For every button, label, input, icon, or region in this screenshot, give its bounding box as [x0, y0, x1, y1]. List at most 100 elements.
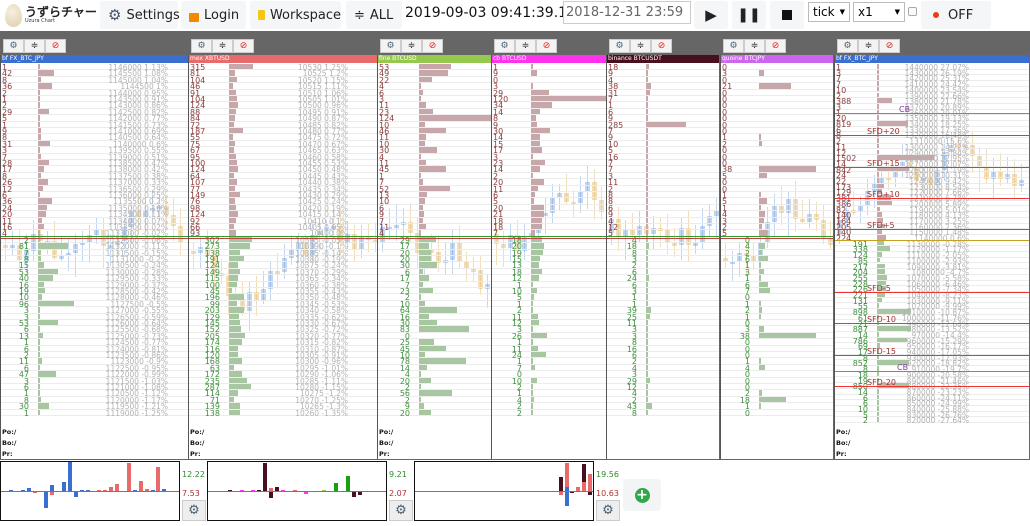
- logo-subtitle: Uzura Chart: [25, 18, 55, 24]
- size-bar: [531, 70, 537, 76]
- remove-icon: ⊘: [771, 41, 780, 51]
- size-bar: [419, 275, 430, 281]
- mini-bar: [251, 490, 256, 492]
- panel-resize-button[interactable]: ≑: [858, 39, 879, 53]
- size-bar: [419, 256, 431, 262]
- size-bar: [419, 147, 437, 153]
- size-bar: [419, 384, 421, 390]
- size-bar: [419, 140, 425, 147]
- remove-icon: ⊘: [542, 41, 551, 51]
- mini-bar: [115, 483, 120, 491]
- price-level-line: [835, 386, 1029, 388]
- mini-bottom-value: 10.63: [596, 489, 619, 498]
- record-toggle-button[interactable]: OFF: [921, 1, 991, 29]
- panel-settings-button[interactable]: ⚙: [837, 39, 858, 53]
- panel-settings-button[interactable]: ⚙: [609, 39, 630, 53]
- size-bar: [229, 160, 237, 166]
- stop-button[interactable]: [770, 1, 804, 29]
- panel-remove-button[interactable]: ⊘: [536, 39, 557, 53]
- size-bar: [646, 64, 649, 70]
- size-bar: [38, 102, 40, 108]
- login-label: Login: [204, 7, 240, 23]
- panel-remove-button[interactable]: ⊘: [765, 39, 786, 53]
- size-bar: [759, 134, 761, 140]
- footer-bo: Bo:/: [190, 439, 205, 447]
- mini-settings-button[interactable]: ⚙: [596, 500, 620, 521]
- remove-icon: ⊘: [657, 41, 666, 51]
- size-bar: [759, 70, 764, 76]
- size-bar: [877, 143, 879, 149]
- panel-settings-button[interactable]: ⚙: [380, 39, 401, 53]
- gear-icon: ⚙: [395, 503, 407, 518]
- panel-remove-button[interactable]: ⊘: [651, 39, 672, 53]
- panel-remove-button[interactable]: ⊘: [45, 39, 66, 53]
- play-button[interactable]: ▶: [694, 1, 728, 29]
- price-level: 1119000 -1.25%: [105, 408, 168, 418]
- size-bar: [229, 64, 253, 70]
- settings-button[interactable]: ⚙ Settings: [100, 1, 180, 29]
- panel-resize-button[interactable]: ≑: [212, 39, 233, 53]
- size-bar: [229, 364, 234, 371]
- size-bar: [531, 288, 538, 294]
- all-label: ALL: [369, 7, 394, 23]
- size-bar: [646, 224, 648, 230]
- speed-select[interactable]: x1 ▼: [853, 2, 905, 22]
- panel-settings-button[interactable]: ⚙: [723, 39, 744, 53]
- panel-resize-button[interactable]: ≑: [24, 39, 45, 53]
- size-bar: [531, 185, 538, 191]
- mini-settings-button[interactable]: ⚙: [389, 500, 413, 521]
- panel-remove-button[interactable]: ⊘: [879, 39, 900, 53]
- mini-bar: [239, 490, 244, 492]
- mini-chart: [207, 461, 387, 521]
- mode-select[interactable]: tick ▼: [808, 2, 850, 22]
- panel-settings-button[interactable]: ⚙: [3, 39, 24, 53]
- pause-button[interactable]: ❚❚: [732, 1, 766, 29]
- resize-icon: ≑: [30, 41, 39, 51]
- footer-pr: Pr:: [836, 450, 847, 458]
- top-toolbar: うずらチャート Uzura Chart ⚙ Settings Login Work…: [0, 0, 1030, 31]
- size-bar: [229, 307, 245, 313]
- size-bar: [877, 417, 879, 423]
- mini-settings-button[interactable]: ⚙: [182, 500, 206, 521]
- panel-remove-button[interactable]: ⊘: [422, 39, 443, 53]
- size-bar: [646, 313, 650, 319]
- size-bar: [229, 217, 236, 223]
- size-bar: [646, 364, 648, 371]
- size-bar: [229, 128, 244, 134]
- panel-remove-button[interactable]: ⊘: [233, 39, 254, 53]
- mini-bottom-value: 2.07: [389, 489, 407, 498]
- orderbook-panel: binance BTCUSDT 18 9 4 38 31 7 1 6 9 285 7 9 10 5 16 7 7 3…: [606, 55, 719, 459]
- size-bar: [531, 147, 542, 153]
- size-bar: [419, 371, 422, 377]
- size-bar: [531, 115, 536, 121]
- size-bar: [419, 96, 421, 102]
- size-bar: [877, 331, 879, 337]
- size-bar: [229, 211, 239, 217]
- mini-chart: [0, 461, 180, 521]
- panel-settings-button[interactable]: ⚙: [191, 39, 212, 53]
- panel-resize-button[interactable]: ≑: [630, 39, 651, 53]
- size-bar: [38, 76, 41, 83]
- panel-resize-button[interactable]: ≑: [401, 39, 422, 53]
- plus-circle-icon: +: [634, 486, 650, 503]
- panel-resize-button[interactable]: ≑: [515, 39, 536, 53]
- size-bar: [229, 134, 234, 140]
- size-bar: [38, 403, 50, 409]
- size-bar: [419, 364, 428, 371]
- orderbook-panel: bf FX_BTC_JPY 1 1146000 1.13% 42 1145500 1.0…: [0, 55, 188, 459]
- workspace-button[interactable]: Workspace: [250, 1, 341, 29]
- panel-settings-button[interactable]: ⚙: [494, 39, 515, 53]
- panel-resize-button[interactable]: ≑: [744, 39, 765, 53]
- mini-bar: [156, 466, 161, 491]
- mini-bar: [257, 489, 262, 491]
- login-button[interactable]: Login: [181, 1, 246, 29]
- size-bar: [531, 102, 553, 108]
- option-checkbox[interactable]: [908, 7, 917, 16]
- start-datetime-input[interactable]: [563, 1, 691, 24]
- size-bar: [229, 262, 239, 268]
- add-chart-button[interactable]: +: [623, 479, 661, 511]
- size-bar: [38, 64, 40, 70]
- size-bar: [877, 178, 879, 183]
- all-button[interactable]: ≑ ALL: [346, 1, 402, 29]
- size-bar: [646, 166, 648, 172]
